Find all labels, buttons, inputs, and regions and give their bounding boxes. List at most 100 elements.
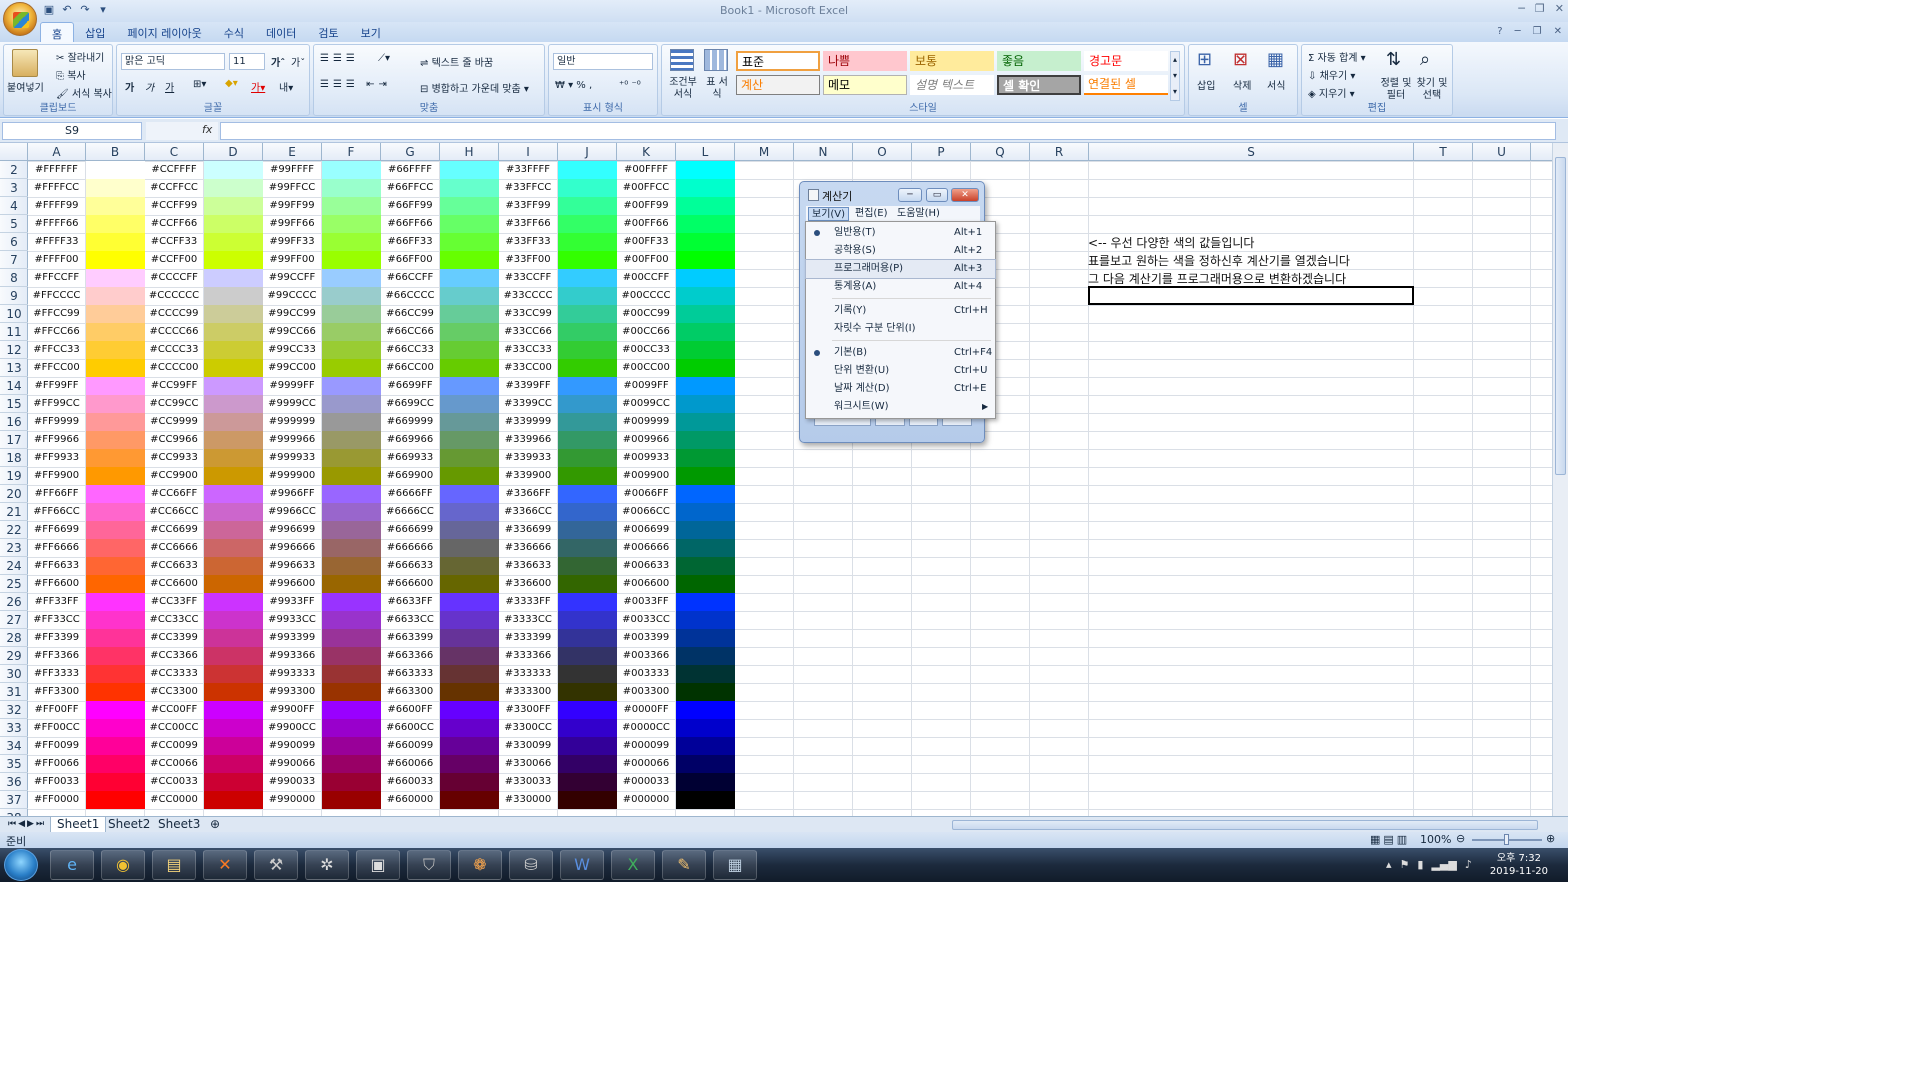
row-header[interactable]: 8: [0, 269, 28, 287]
color-code-cell[interactable]: #6699FF: [381, 377, 439, 395]
color-swatch-cell[interactable]: [558, 503, 617, 521]
color-swatch-cell[interactable]: [204, 233, 263, 251]
color-code-cell[interactable]: #336633: [499, 557, 557, 575]
column-header[interactable]: G: [381, 143, 440, 161]
merge-center-button[interactable]: ⊟ 병합하고 가운데 맞춤 ▾: [420, 80, 529, 95]
color-code-cell[interactable]: #00CC33: [617, 341, 675, 359]
currency-button[interactable]: ₩ ▾ % ,: [555, 80, 592, 91]
ie-icon[interactable]: e: [50, 850, 94, 880]
color-code-cell[interactable]: #99CC99: [263, 305, 321, 323]
color-code-cell[interactable]: #990033: [263, 773, 321, 791]
color-code-cell[interactable]: #CCCC99: [145, 305, 203, 323]
color-code-cell[interactable]: #CC6600: [145, 575, 203, 593]
color-swatch-cell[interactable]: [440, 575, 499, 593]
color-swatch-cell[interactable]: [86, 629, 145, 647]
color-code-cell[interactable]: #996633: [263, 557, 321, 575]
table-format-icon[interactable]: [704, 49, 728, 71]
start-button[interactable]: [4, 849, 38, 881]
color-swatch-cell[interactable]: [322, 791, 381, 809]
tab-formulas[interactable]: 수식: [213, 22, 255, 42]
color-code-cell[interactable]: #3300FF: [499, 701, 557, 719]
color-swatch-cell[interactable]: [676, 485, 735, 503]
color-swatch-cell[interactable]: [86, 395, 145, 413]
tab-data[interactable]: 데이터: [255, 22, 307, 42]
color-swatch-cell[interactable]: [86, 179, 145, 197]
color-code-cell[interactable]: #99FF99: [263, 197, 321, 215]
color-code-cell[interactable]: #99CC66: [263, 323, 321, 341]
color-code-cell[interactable]: #CC99FF: [145, 377, 203, 395]
row-header[interactable]: 5: [0, 215, 28, 233]
color-code-cell[interactable]: #CCFFCC: [145, 179, 203, 197]
color-code-cell[interactable]: #666666: [381, 539, 439, 557]
color-code-cell[interactable]: #FFCC33: [28, 341, 85, 359]
color-code-cell[interactable]: #FF6600: [28, 575, 85, 593]
color-code-cell[interactable]: #00CC00: [617, 359, 675, 377]
color-code-cell[interactable]: #0099CC: [617, 395, 675, 413]
row-header[interactable]: 34: [0, 737, 28, 755]
row-header[interactable]: 29: [0, 647, 28, 665]
color-code-cell[interactable]: #FF00CC: [28, 719, 85, 737]
minimize-icon[interactable]: ─: [1518, 2, 1525, 15]
color-swatch-cell[interactable]: [322, 557, 381, 575]
color-swatch-cell[interactable]: [86, 557, 145, 575]
color-swatch-cell[interactable]: [440, 701, 499, 719]
color-swatch-cell[interactable]: [440, 593, 499, 611]
color-swatch-cell[interactable]: [440, 377, 499, 395]
sheet-nav-buttons[interactable]: ⏮◀▶⏭: [2, 817, 52, 833]
color-swatch-cell[interactable]: [86, 737, 145, 755]
color-swatch-cell[interactable]: [676, 161, 735, 179]
color-code-cell[interactable]: #FF0033: [28, 773, 85, 791]
color-swatch-cell[interactable]: [440, 215, 499, 233]
color-swatch-cell[interactable]: [204, 161, 263, 179]
color-code-cell[interactable]: #006699: [617, 521, 675, 539]
color-code-cell[interactable]: #00FFFF: [617, 161, 675, 179]
color-code-cell[interactable]: #993333: [263, 665, 321, 683]
color-code-cell[interactable]: #CCCCCC: [145, 287, 203, 305]
color-swatch-cell[interactable]: [322, 737, 381, 755]
color-swatch-cell[interactable]: [322, 593, 381, 611]
name-box[interactable]: S9: [2, 122, 142, 140]
color-swatch-cell[interactable]: [322, 251, 381, 269]
color-code-cell[interactable]: #CC3399: [145, 629, 203, 647]
color-swatch-cell[interactable]: [322, 197, 381, 215]
shrink-font-button[interactable]: 가ˇ: [291, 54, 305, 69]
cell-style-2[interactable]: 나쁨: [823, 51, 907, 71]
color-swatch-cell[interactable]: [676, 323, 735, 341]
color-swatch-cell[interactable]: [676, 557, 735, 575]
color-swatch-cell[interactable]: [322, 665, 381, 683]
color-code-cell[interactable]: #9999CC: [263, 395, 321, 413]
calc-view-menu-item[interactable]: 통계용(A) Alt+4: [806, 278, 995, 296]
color-swatch-cell[interactable]: [676, 179, 735, 197]
color-swatch-cell[interactable]: [204, 665, 263, 683]
color-swatch-cell[interactable]: [322, 611, 381, 629]
cell-style-9[interactable]: 셀 확인: [997, 75, 1081, 95]
color-swatch-cell[interactable]: [322, 755, 381, 773]
color-code-cell[interactable]: #33FFFF: [499, 161, 557, 179]
color-code-cell[interactable]: #CC33CC: [145, 611, 203, 629]
color-swatch-cell[interactable]: [440, 305, 499, 323]
calculator-icon[interactable]: ▦: [713, 850, 757, 880]
calc-menu-help[interactable]: 도움말(H): [894, 207, 943, 221]
color-code-cell[interactable]: #33CCFF: [499, 269, 557, 287]
fill-color-button[interactable]: ◆▾: [225, 78, 238, 89]
color-swatch-cell[interactable]: [676, 701, 735, 719]
color-code-cell[interactable]: #009999: [617, 413, 675, 431]
shield-icon[interactable]: ⛉: [407, 850, 451, 880]
color-code-cell[interactable]: #FF9999: [28, 413, 85, 431]
color-code-cell[interactable]: #33CC00: [499, 359, 557, 377]
sort-filter-icon[interactable]: ⇅: [1386, 49, 1401, 70]
color-code-cell[interactable]: #3366FF: [499, 485, 557, 503]
color-code-cell[interactable]: #66FF66: [381, 215, 439, 233]
color-code-cell[interactable]: #33FF99: [499, 197, 557, 215]
row-header[interactable]: 4: [0, 197, 28, 215]
color-swatch-cell[interactable]: [558, 395, 617, 413]
column-header[interactable]: I: [499, 143, 558, 161]
color-code-cell[interactable]: #3399CC: [499, 395, 557, 413]
color-swatch-cell[interactable]: [558, 737, 617, 755]
color-swatch-cell[interactable]: [86, 791, 145, 809]
color-swatch-cell[interactable]: [440, 395, 499, 413]
color-code-cell[interactable]: #003399: [617, 629, 675, 647]
color-swatch-cell[interactable]: [558, 215, 617, 233]
color-swatch-cell[interactable]: [440, 683, 499, 701]
color-swatch-cell[interactable]: [86, 611, 145, 629]
